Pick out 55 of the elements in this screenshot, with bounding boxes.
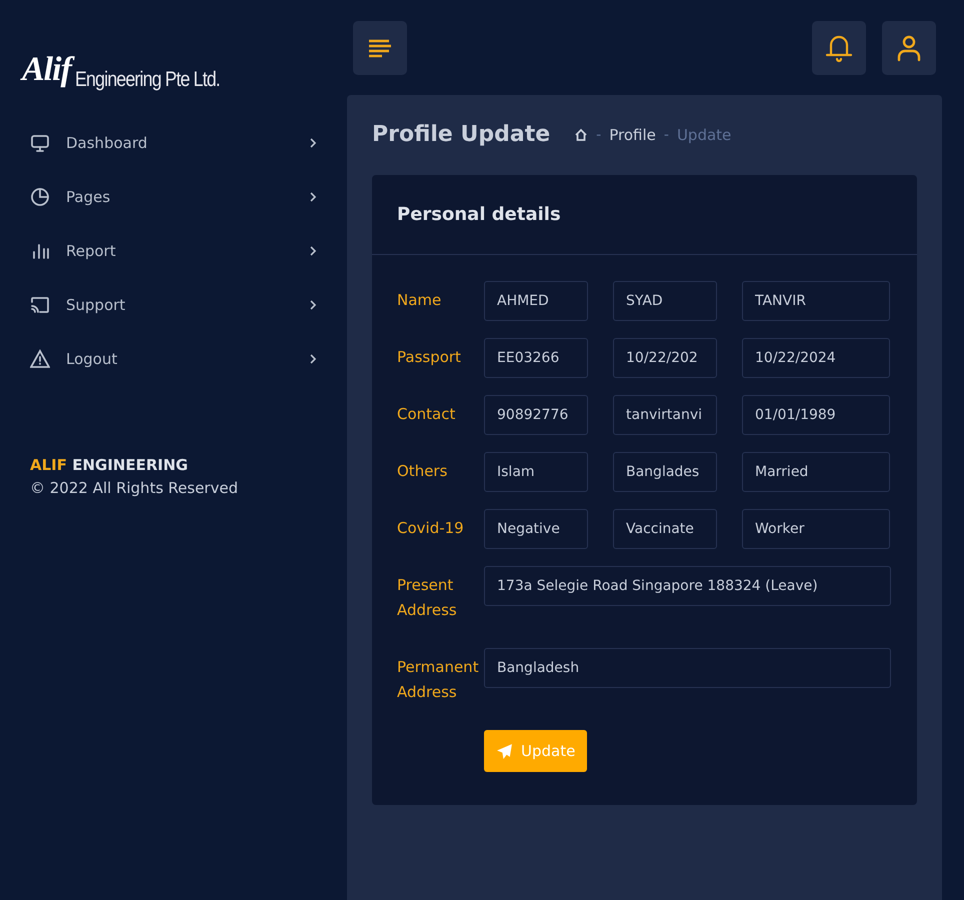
user-icon <box>896 34 922 62</box>
field-label: Covid-19 <box>397 518 465 539</box>
copyright-text: © 2022 All Rights Reserved <box>30 479 238 497</box>
input-field[interactable]: 173a Selegie Road Singapore 188324 (Leave) <box>484 566 891 606</box>
chevron-icon <box>309 191 317 203</box>
chevron-icon <box>309 137 317 149</box>
input-field[interactable]: 10/22/2024 <box>742 338 890 378</box>
input-field[interactable]: 90892776 <box>484 395 588 435</box>
breadcrumb-separator: - <box>596 126 602 144</box>
sidebar-item[interactable]: Logout <box>0 332 347 386</box>
input-field[interactable]: tanvirtanvi <box>613 395 717 435</box>
input-field[interactable]: TANVIR <box>742 281 890 321</box>
input-field[interactable]: Negative <box>484 509 588 549</box>
bar-chart-icon <box>30 241 50 261</box>
field-label: Others <box>397 461 448 482</box>
input-field[interactable]: 10/22/202 <box>613 338 717 378</box>
field-label: Name <box>397 290 442 311</box>
input-field[interactable]: Bangladesh <box>484 648 891 688</box>
sidebar-item[interactable]: Report <box>0 224 347 278</box>
profile-button[interactable] <box>882 20 936 74</box>
field-label: Contact <box>397 404 456 425</box>
input-field[interactable]: SYAD <box>613 281 717 321</box>
sidebar-item[interactable]: Pages <box>0 170 347 224</box>
pie-chart-icon <box>30 187 50 207</box>
input-field[interactable]: Worker <box>742 509 890 549</box>
input-field[interactable]: Islam <box>484 452 588 492</box>
field-label: Present Address <box>397 575 458 621</box>
input-field[interactable]: Banglades <box>613 452 717 492</box>
chevron-icon <box>309 299 317 311</box>
notification-button[interactable] <box>812 20 866 74</box>
input-field[interactable]: EE03266 <box>484 338 588 378</box>
cast-icon <box>30 295 50 315</box>
input-field[interactable]: AHMED <box>484 281 588 321</box>
chevron-icon <box>309 245 317 257</box>
breadcrumb-item[interactable]: Profile <box>609 124 656 146</box>
input-field[interactable]: Vaccinate <box>613 509 717 549</box>
card-title: Personal details <box>397 203 561 227</box>
field-label: Passport <box>397 347 462 368</box>
menu-icon <box>368 38 392 58</box>
monitor-icon <box>30 133 50 153</box>
sidebar-item[interactable]: Support <box>0 278 347 332</box>
warning-icon <box>30 349 50 369</box>
logo-text: Engineering Pte Ltd. <box>74 66 220 92</box>
page-title: Profile Update <box>372 122 550 148</box>
send-icon <box>496 742 513 760</box>
sidebar-item[interactable]: Dashboard <box>0 116 347 170</box>
footer-brand: ALIF ENGINEERING <box>30 455 188 476</box>
chevron-icon <box>309 353 317 365</box>
menu-button[interactable] <box>353 20 407 74</box>
breadcrumb-item: Update <box>676 124 732 146</box>
breadcrumb-separator: - <box>664 126 669 144</box>
input-field[interactable]: 01/01/1989 <box>742 395 890 435</box>
home-icon[interactable] <box>574 128 588 142</box>
field-label: Permanent Address <box>397 657 480 703</box>
input-field[interactable]: Married <box>742 452 890 492</box>
